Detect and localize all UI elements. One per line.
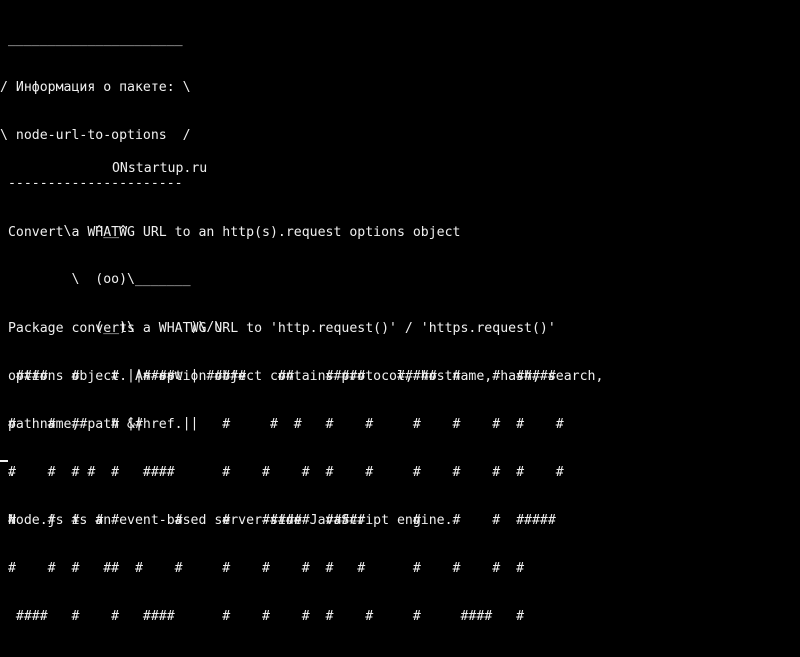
speech-bubble-top: ______________________	[0, 32, 183, 47]
terminal-screen[interactable]: ______________________ / Информация о па…	[0, 0, 800, 624]
banner-line: #### # # #### # # # # # # #### #	[0, 609, 525, 624]
speech-bubble-bottom: ----------------------	[0, 176, 183, 191]
banner-line: # # # # # # # ###### ##### # # # #####	[0, 513, 556, 528]
banner-line: #### # # #### ##### ## ##### ##### # # #…	[0, 369, 556, 384]
ascii-banner: #### # # #### ##### ## ##### ##### # # #…	[0, 337, 564, 657]
package-title: Convert a WHATWG URL to an http(s).reque…	[0, 225, 461, 240]
speech-bubble-line-2: \ node-url-to-options /	[0, 128, 191, 143]
text-cursor[interactable]	[0, 460, 8, 462]
banner-line: # # ## # # # # # # # # # # # #	[0, 417, 564, 432]
site-name: ONstartup.ru	[104, 161, 208, 176]
banner-line: # # # ## # # # # # # # # # # #	[0, 561, 525, 576]
speech-bubble-line-1: / Информация о пакете: \	[0, 80, 191, 95]
package-description-line-1: Package converts a WHATWG URL to 'http.r…	[0, 321, 556, 336]
banner-line: # # # # # #### # # # # # # # # # #	[0, 465, 564, 480]
